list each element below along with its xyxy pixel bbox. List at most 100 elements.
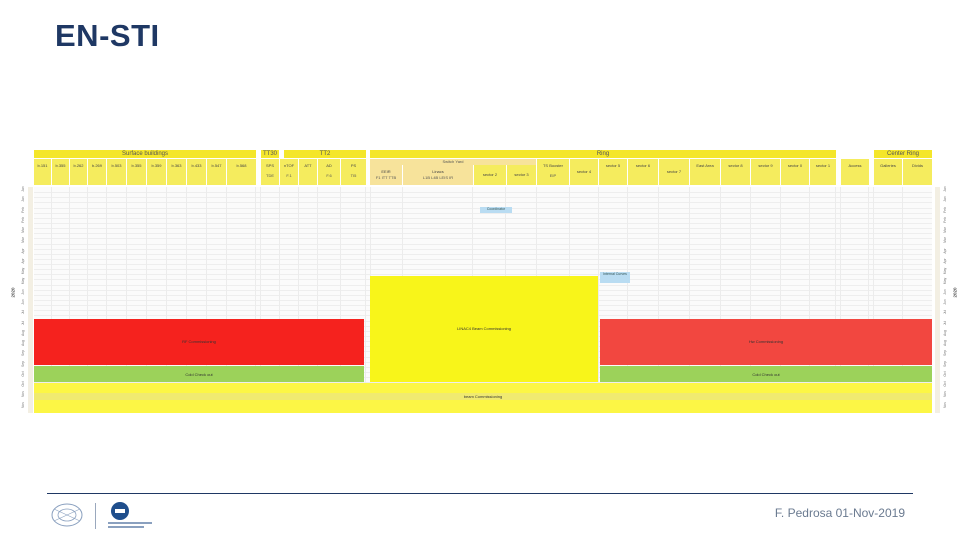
col-ps: PS TI5 bbox=[341, 159, 367, 185]
rf-commissioning-block: RF Commissioning bbox=[34, 319, 364, 365]
col-sector-3: sector 3 bbox=[507, 165, 537, 185]
col-sector-5: sector 5 bbox=[599, 159, 628, 185]
month-label: Jun bbox=[943, 288, 947, 295]
group-tt2: TT2 bbox=[284, 150, 366, 158]
month-label: Jan bbox=[21, 186, 25, 192]
linac4-beam-commissioning-block: LINAC4 Beam Commissioning bbox=[370, 276, 598, 382]
col-sps-label: SPS bbox=[265, 163, 274, 168]
col-sector-2: sector 2 bbox=[474, 165, 507, 185]
col-eeir: EEIR F1 ITT TTB bbox=[370, 165, 403, 185]
col-ntof-label: nTOF bbox=[283, 163, 295, 168]
col-sector-4: sector 4 bbox=[570, 159, 599, 185]
col-sector-7: sector 7 bbox=[659, 159, 690, 185]
col-galleries: Galleries bbox=[874, 159, 903, 185]
beam-commissioning-block: beam Commissioning bbox=[34, 383, 932, 413]
col-sector-8: sector 8 bbox=[721, 159, 751, 185]
footer-divider bbox=[47, 493, 913, 494]
month-label: Jan bbox=[943, 186, 947, 192]
col-ntof: nTOF F.1 bbox=[280, 159, 299, 185]
col-b355-b: b.355 bbox=[127, 159, 147, 185]
cern-logo bbox=[50, 501, 84, 529]
grid-row-line bbox=[34, 249, 932, 250]
month-label: May bbox=[943, 278, 947, 285]
month-label: Aug bbox=[943, 329, 947, 336]
month-label: Jul bbox=[943, 310, 947, 315]
group-ring: Ring bbox=[370, 150, 836, 158]
grid-col-line bbox=[598, 187, 599, 413]
cold-checkout-left-label: Cold Check out bbox=[185, 372, 213, 377]
col-b269: b.269 bbox=[88, 159, 107, 185]
month-label: Aug bbox=[21, 340, 25, 347]
cold-checkout-right-label: Cold Check out bbox=[752, 372, 780, 377]
month-label: Apr bbox=[943, 247, 947, 254]
month-label: Feb bbox=[943, 206, 947, 213]
grid-row-line bbox=[34, 264, 932, 265]
month-label: Apr bbox=[21, 258, 25, 264]
beam-commissioning-label: beam Commissioning bbox=[463, 394, 503, 399]
col-sector-6: sector 6 bbox=[628, 159, 659, 185]
col-linacs: Linacs L1B L4B LEIS IR bbox=[403, 165, 474, 185]
month-label: Nov bbox=[21, 401, 25, 408]
col-east-area: East Area bbox=[690, 159, 721, 185]
month-label: Sep bbox=[21, 350, 25, 357]
left-year-label: 2020 bbox=[10, 287, 16, 298]
grid-row-line bbox=[34, 213, 932, 214]
cold-checkout-right-block: Cold Check out bbox=[600, 366, 932, 382]
month-label: Mar bbox=[943, 237, 947, 244]
rf-commissioning-label: RF Commissioning bbox=[182, 339, 216, 344]
schedule-grid: Coordinator Internal Curves RF Commissio… bbox=[34, 187, 932, 413]
month-label: Jul bbox=[943, 320, 947, 325]
grid-row-line bbox=[34, 238, 932, 239]
cold-checkout-left-block: Cold Check out bbox=[34, 366, 364, 382]
month-label: Feb bbox=[943, 216, 947, 223]
col-sps: SPS TDE bbox=[261, 159, 280, 185]
month-label: Aug bbox=[21, 329, 25, 336]
col-b503: b.503 bbox=[107, 159, 127, 185]
schedule-table: Surface buildings TT30 TT2 Ring Center R… bbox=[11, 148, 957, 416]
col-linacs-sub: L1B L4B LEIS IR bbox=[422, 175, 454, 180]
month-label: Apr bbox=[21, 247, 25, 254]
month-label: Sep bbox=[943, 350, 947, 357]
group-surface-buildings: Surface buildings bbox=[34, 150, 256, 158]
month-label: Nov bbox=[943, 401, 947, 408]
col-sps-sub: TDE bbox=[266, 173, 274, 178]
col-eeir-label: EEIR bbox=[381, 169, 391, 174]
grid-row-line bbox=[34, 233, 932, 234]
month-label: May bbox=[21, 278, 25, 285]
month-label: Jun bbox=[21, 288, 25, 295]
grid-row-line bbox=[34, 223, 932, 224]
grid-row-line bbox=[34, 228, 932, 229]
col-access: Access bbox=[841, 159, 870, 185]
hw-commissioning-block: Hw Commissioning bbox=[600, 319, 932, 365]
month-label: Jun bbox=[21, 299, 25, 305]
en-department-logo bbox=[106, 501, 154, 531]
grid-row-line bbox=[34, 244, 932, 245]
col-b262: b.262 bbox=[70, 159, 88, 185]
note-coordinator: Coordinator bbox=[480, 207, 512, 213]
month-label: Sep bbox=[943, 360, 947, 367]
col-b151: b.151 bbox=[34, 159, 52, 185]
col-b363: b.363 bbox=[167, 159, 187, 185]
col-ts-booster-label: TS Booster bbox=[542, 163, 563, 168]
grid-row-line bbox=[34, 197, 932, 198]
col-b433: b.433 bbox=[187, 159, 207, 185]
col-b355-a: b.355 bbox=[52, 159, 70, 185]
month-label: May bbox=[21, 267, 25, 275]
col-linacs-label: Linacs bbox=[432, 169, 444, 174]
note-internal-curves: Internal Curves bbox=[600, 272, 630, 283]
grid-row-line bbox=[34, 259, 932, 260]
slide-title: EN-STI bbox=[55, 18, 160, 53]
left-timeline-band bbox=[28, 187, 33, 413]
month-label: Mar bbox=[21, 237, 25, 244]
group-center-ring: Center Ring bbox=[874, 150, 932, 158]
month-label: Apr bbox=[943, 258, 947, 264]
col-b568: b.568 bbox=[227, 159, 257, 185]
month-label: Oct bbox=[21, 371, 25, 377]
grid-row-line bbox=[34, 274, 932, 275]
month-label: Aug bbox=[943, 340, 947, 347]
month-label: Oct bbox=[943, 381, 947, 387]
month-label: Jan bbox=[943, 196, 947, 202]
col-divids: Divids bbox=[903, 159, 933, 185]
footer-author-date: F. Pedrosa 01-Nov-2019 bbox=[774, 506, 905, 520]
grid-row-line bbox=[34, 254, 932, 255]
